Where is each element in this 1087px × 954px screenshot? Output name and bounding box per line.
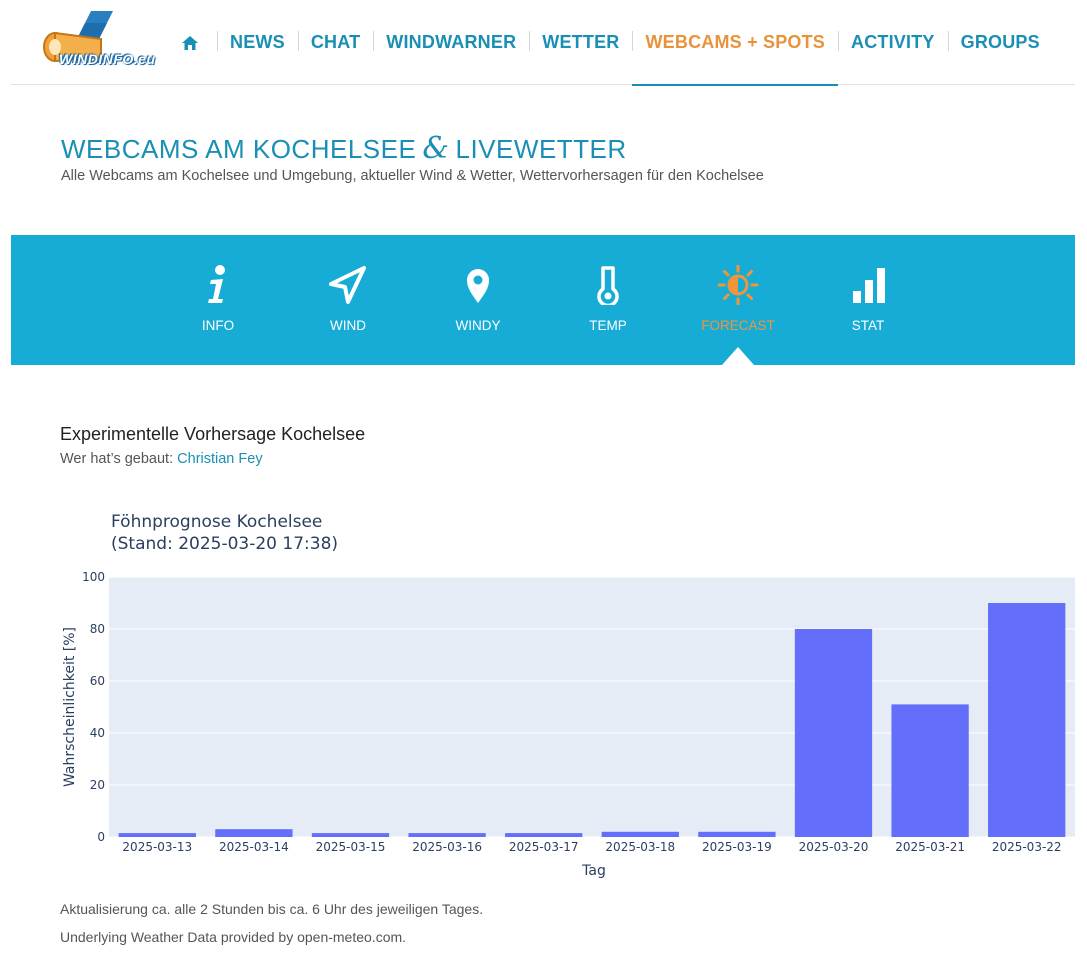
chart-svg: Föhnprognose Kochelsee (Stand: 2025-03-2… <box>62 512 1075 879</box>
bar-2025-03-16[interactable] <box>408 833 486 837</box>
y-axis-label: Wahrscheinlichkeit [%] <box>62 627 78 787</box>
x-tick-label: 2025-03-20 <box>799 840 869 854</box>
y-tick-label: 60 <box>90 674 105 688</box>
tab-windy[interactable]: WINDY <box>433 265 523 333</box>
credit-prefix: Wer hat’s gebaut: <box>60 451 174 467</box>
tab-wind[interactable]: WIND <box>303 265 393 333</box>
y-tick-label: 20 <box>90 778 105 792</box>
windinfo-logo[interactable]: WINDINFO.eu <box>41 9 159 73</box>
page-subtitle: Alle Webcams am Kochelsee und Umgebung, … <box>61 168 764 184</box>
bar-2025-03-15[interactable] <box>311 833 390 837</box>
footer-update-note: Aktualisierung ca. alle 2 Stunden bis ca… <box>60 901 484 917</box>
bar-2025-03-21[interactable] <box>891 704 969 837</box>
site-header: WINDINFO.eu NEWS CHAT WINDWARNER WETTER … <box>11 0 1075 86</box>
x-tick-label: 2025-03-16 <box>412 840 482 854</box>
tab-info-label: INFO <box>201 318 235 333</box>
x-tick-label: 2025-03-15 <box>316 840 386 854</box>
bar-chart-icon <box>853 268 885 303</box>
footer-data-source: Underlying Weather Data provided by open… <box>60 929 407 945</box>
y-tick-label: 80 <box>90 622 105 636</box>
tab-forecast[interactable]: FORECAST <box>693 265 783 333</box>
logo-wordmark: WINDINFO.eu <box>59 51 156 67</box>
bar-2025-03-22[interactable] <box>988 603 1066 837</box>
map-pin-icon <box>467 269 489 303</box>
credit-author-link[interactable]: Christian Fey <box>177 451 262 467</box>
nav-chat[interactable]: CHAT <box>297 0 373 85</box>
active-tab-pointer <box>722 347 754 365</box>
section-credit: Wer hat’s gebaut: Christian Fey <box>60 451 263 467</box>
tab-info[interactable]: INFO <box>173 265 263 333</box>
main-nav: NEWS CHAT WINDWARNER WETTER WEBCAMS + SP… <box>181 0 1053 86</box>
bar-2025-03-13[interactable] <box>118 833 196 837</box>
tab-wind-label: WIND <box>330 318 366 333</box>
y-tick-label: 0 <box>97 830 105 844</box>
tab-forecast-label: FORECAST <box>701 318 775 333</box>
bar-2025-03-19[interactable] <box>698 831 776 837</box>
x-tick-label: 2025-03-13 <box>122 840 192 854</box>
nav-windwarner[interactable]: WINDWARNER <box>373 0 529 85</box>
sun-icon <box>717 265 759 305</box>
info-icon <box>208 265 225 303</box>
spot-tab-bar: INFO WIND WINDY TEMP FORECAST STAT <box>11 235 1075 365</box>
nav-webcams-spots[interactable]: WEBCAMS + SPOTS <box>632 0 838 86</box>
nav-groups[interactable]: GROUPS <box>947 0 1053 85</box>
tab-stat[interactable]: STAT <box>823 265 913 333</box>
tab-temp-label: TEMP <box>589 318 627 333</box>
x-axis-label: Tag <box>581 863 606 879</box>
x-tick-label: 2025-03-17 <box>509 840 579 854</box>
x-tick-label: 2025-03-14 <box>219 840 289 854</box>
thermometer-icon <box>597 266 619 305</box>
bar-2025-03-20[interactable] <box>794 629 873 837</box>
nav-news[interactable]: NEWS <box>217 0 298 85</box>
page-title: WEBCAMS AM KOCHELSEE & LIVEWETTER <box>61 131 627 166</box>
nav-activity[interactable]: ACTIVITY <box>838 0 948 85</box>
section-title: Experimentelle Vorhersage Kochelsee <box>60 424 366 444</box>
foehn-forecast-chart: Föhnprognose Kochelsee (Stand: 2025-03-2… <box>56 505 1080 885</box>
chart-subtitle: (Stand: 2025-03-20 17:38) <box>111 534 338 554</box>
x-tick-label: 2025-03-21 <box>895 840 965 854</box>
tab-stat-label: STAT <box>851 318 885 333</box>
x-tick-label: 2025-03-22 <box>992 840 1062 854</box>
tab-temp[interactable]: TEMP <box>563 265 653 333</box>
page-title-part1: WEBCAMS AM KOCHELSEE <box>61 134 417 164</box>
x-tick-label: 2025-03-19 <box>702 840 772 854</box>
chart-title: Föhnprognose Kochelsee <box>111 512 322 532</box>
x-tick-label: 2025-03-18 <box>605 840 675 854</box>
navigation-arrow-icon <box>329 266 366 304</box>
bar-2025-03-17[interactable] <box>505 833 583 837</box>
page-title-ampersand: & <box>422 131 450 166</box>
bar-2025-03-18[interactable] <box>601 831 679 837</box>
nav-wetter[interactable]: WETTER <box>529 0 632 85</box>
home-icon <box>182 35 198 50</box>
page-title-part2: LIVEWETTER <box>455 134 627 164</box>
tab-windy-label: WINDY <box>455 318 501 333</box>
bar-2025-03-14[interactable] <box>215 829 293 837</box>
nav-home[interactable] <box>181 0 217 85</box>
y-tick-label: 100 <box>82 570 105 584</box>
y-tick-label: 40 <box>90 726 105 740</box>
